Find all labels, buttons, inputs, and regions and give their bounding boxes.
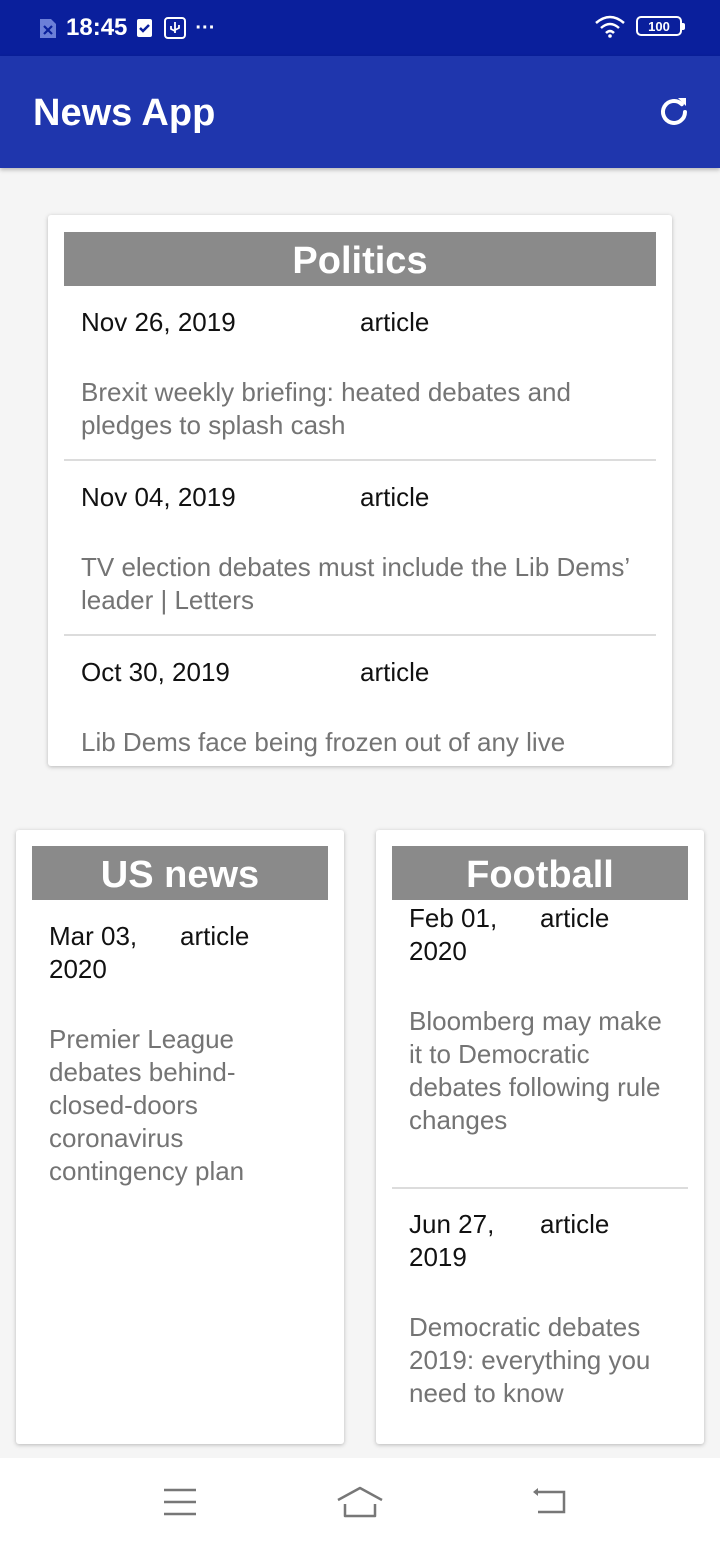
- football-card: Football Feb 01, 2020 article Bloomberg …: [376, 830, 704, 1444]
- more-notifications: ···: [195, 16, 216, 39]
- list-item[interactable]: Oct 30, 2019 article Lib Dems face being…: [64, 651, 656, 766]
- article-headline: Democratic debates 2019: everything you …: [409, 1312, 651, 1408]
- article-headline: TV election debates must include the Lib…: [81, 552, 630, 615]
- divider: [392, 1187, 688, 1189]
- list-item[interactable]: Jun 27, 2019 article Democratic debates …: [392, 1206, 688, 1436]
- menu-icon[interactable]: [162, 1480, 198, 1524]
- wifi-icon: [595, 15, 625, 38]
- politics-card: Politics Nov 26, 2019 article Brexit wee…: [48, 215, 672, 766]
- article-type: article: [540, 903, 610, 933]
- article-headline: Premier League debates behind-closed-doo…: [49, 1024, 245, 1186]
- article-type: article: [360, 657, 430, 687]
- back-icon[interactable]: [530, 1480, 570, 1524]
- article-date: Oct 30, 2019: [81, 657, 230, 687]
- app-title: News App: [33, 92, 216, 134]
- article-date: Mar 03, 2020: [49, 921, 138, 984]
- article-date: Feb 01, 2020: [409, 903, 498, 966]
- list-item[interactable]: Nov 26, 2019 article Brexit weekly brief…: [64, 301, 656, 459]
- system-nav-bar: [0, 1458, 720, 1544]
- article-type: article: [540, 1209, 610, 1239]
- clock: 18:45: [66, 14, 128, 41]
- sim-off-icon: [40, 19, 56, 38]
- list-item[interactable]: Feb 01, 2020 article Bloomberg may make …: [392, 900, 688, 1187]
- battery-indicator: 100: [636, 16, 685, 36]
- check-icon: [137, 19, 153, 37]
- section-title-us-news: US news: [32, 846, 328, 900]
- divider: [64, 459, 656, 461]
- article-headline: Lib Dems face being frozen out of any li…: [81, 727, 566, 757]
- article-date: Nov 04, 2019: [81, 482, 236, 512]
- divider: [64, 634, 656, 636]
- article-type: article: [360, 307, 430, 337]
- section-title-football: Football: [392, 846, 688, 900]
- us-news-card: US news Mar 03, 2020 article Premier Lea…: [16, 830, 344, 1444]
- status-bar: 18:45 ··· 100: [0, 0, 720, 56]
- status-left: 18:45 ···: [38, 14, 215, 42]
- article-headline: Bloomberg may make it to Democratic deba…: [409, 1006, 662, 1135]
- article-date: Nov 26, 2019: [81, 307, 236, 337]
- home-icon[interactable]: [335, 1480, 385, 1524]
- status-right: 100: [594, 14, 685, 38]
- article-headline: Brexit weekly briefing: heated debates a…: [81, 377, 571, 440]
- battery-level: 100: [648, 18, 670, 34]
- article-date: Jun 27, 2019: [409, 1209, 495, 1272]
- app-bar: News App: [0, 56, 720, 168]
- section-title-politics: Politics: [64, 232, 656, 286]
- article-type: article: [180, 921, 250, 951]
- list-item[interactable]: Mar 03, 2020 article Premier League deba…: [32, 916, 328, 1196]
- article-type: article: [360, 482, 430, 512]
- refresh-icon[interactable]: [656, 94, 692, 130]
- usb-icon: [164, 17, 187, 39]
- list-item[interactable]: Nov 04, 2019 article TV election debates…: [64, 476, 656, 634]
